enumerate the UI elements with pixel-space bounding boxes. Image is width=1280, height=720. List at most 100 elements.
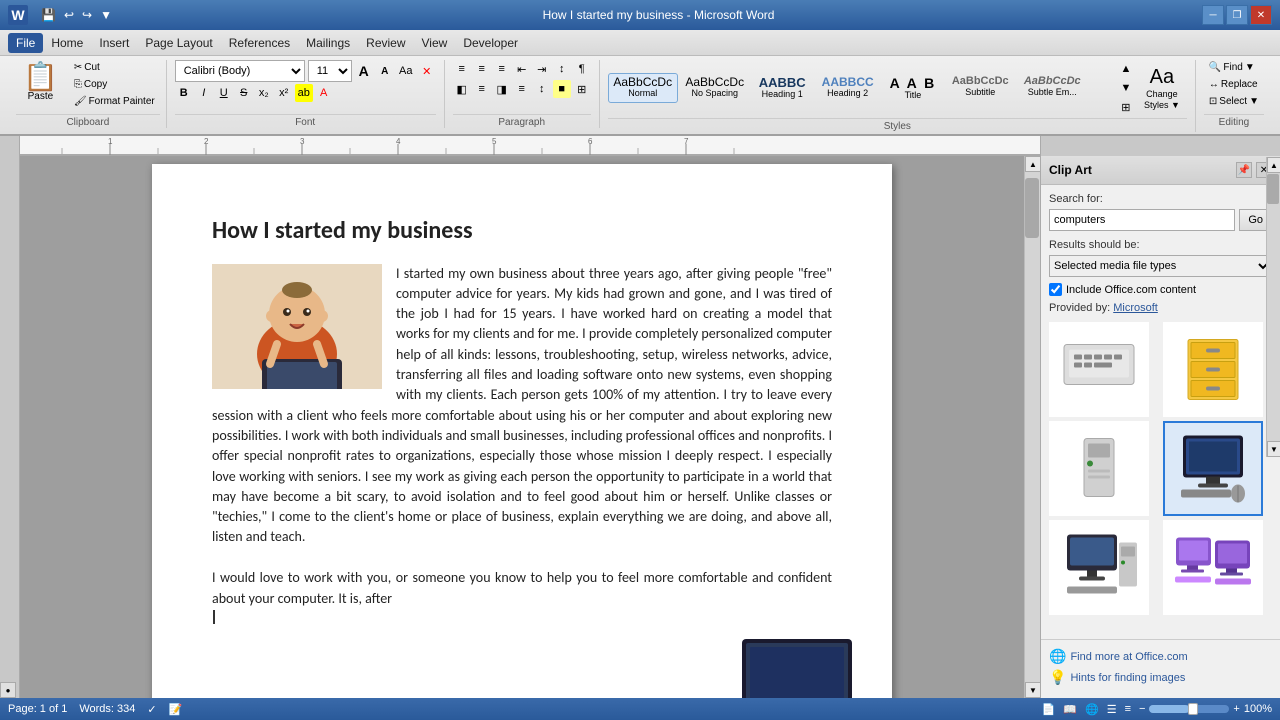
italic-button[interactable]: I <box>195 84 213 102</box>
styles-more[interactable]: ⊞ <box>1117 98 1135 116</box>
menu-developer[interactable]: Developer <box>455 33 526 53</box>
paste-button[interactable]: 📋 Paste <box>16 60 65 109</box>
clip-item-3[interactable] <box>1049 421 1149 516</box>
menu-file[interactable]: File <box>8 33 43 53</box>
clip-vscrollbar[interactable]: ▲ ▼ <box>1266 157 1280 457</box>
justify-button[interactable]: ≡ <box>513 80 531 98</box>
view-outline[interactable]: ☰ <box>1107 703 1117 716</box>
document-area: How I started my business <box>20 156 1024 698</box>
save-quick-btn[interactable]: 💾 <box>38 8 59 22</box>
menu-page-layout[interactable]: Page Layout <box>137 33 220 53</box>
style-subtitle-button[interactable]: AaBbCcDc Subtitle <box>945 73 1015 103</box>
show-hide-button[interactable]: ¶ <box>573 60 591 78</box>
view-draft[interactable]: ≡ <box>1125 703 1131 715</box>
change-styles-button[interactable]: Aa ChangeStyles ▼ <box>1137 63 1187 114</box>
align-right-button[interactable]: ◨ <box>493 80 511 98</box>
menu-mailings[interactable]: Mailings <box>298 33 358 53</box>
font-format-row: B I U S x₂ x² ab A <box>175 84 436 102</box>
menu-references[interactable]: References <box>221 33 298 53</box>
zoom-thumb[interactable] <box>1188 703 1198 715</box>
clip-item-2[interactable] <box>1163 322 1263 417</box>
clip-item-1[interactable] <box>1049 322 1149 417</box>
replace-button[interactable]: ↔ Replace <box>1204 77 1263 92</box>
include-office-checkbox[interactable] <box>1049 283 1062 296</box>
copy-button[interactable]: ⎘ Copy <box>69 77 160 92</box>
language-icon[interactable]: 📝 <box>169 703 183 716</box>
view-full-reading[interactable]: 📖 <box>1063 703 1077 716</box>
superscript-button[interactable]: x² <box>275 84 293 102</box>
para-row1: ≡ ≡ ≡ ⇤ ⇥ ↕ ¶ <box>453 60 591 78</box>
align-center-button[interactable]: ≡ <box>473 80 491 98</box>
change-case-button[interactable]: Aa <box>397 62 415 80</box>
highlight-button[interactable]: ab <box>295 84 313 102</box>
clip-scroll-up[interactable]: ▲ <box>1267 157 1280 173</box>
style-subtle-em-button[interactable]: AaBbCcDc Subtle Em... <box>1017 73 1087 103</box>
shrink-font-button[interactable]: A <box>376 62 394 80</box>
style-heading1-button[interactable]: AABBC Heading 1 <box>752 73 813 103</box>
restore-button[interactable]: ❐ <box>1226 5 1248 25</box>
format-painter-button[interactable]: 🖌 Format Painter <box>69 94 160 109</box>
hints-link[interactable]: 💡 Hints for finding images <box>1049 669 1272 686</box>
sort-button[interactable]: ↕ <box>553 60 571 78</box>
shading-button[interactable]: ■ <box>553 80 571 98</box>
scroll-up-button[interactable]: ▲ <box>1025 156 1041 172</box>
customize-quick-btn[interactable]: ▼ <box>97 8 115 22</box>
scrollbar-thumb[interactable] <box>1025 178 1039 238</box>
menu-view[interactable]: View <box>414 33 456 53</box>
menu-insert[interactable]: Insert <box>91 33 137 53</box>
view-web-layout[interactable]: 🌐 <box>1085 703 1099 716</box>
redo-quick-btn[interactable]: ↪ <box>79 8 95 22</box>
font-color-button[interactable]: A <box>315 84 333 102</box>
underline-button[interactable]: U <box>215 84 233 102</box>
minimize-button[interactable]: ─ <box>1202 5 1224 25</box>
undo-quick-btn[interactable]: ↩ <box>61 8 77 22</box>
microsoft-link[interactable]: Microsoft <box>1113 302 1158 314</box>
zoom-out-button[interactable]: − <box>1139 703 1145 715</box>
menu-home[interactable]: Home <box>43 33 91 53</box>
close-button[interactable]: ✕ <box>1250 5 1272 25</box>
bullets-button[interactable]: ≡ <box>453 60 471 78</box>
style-heading2-button[interactable]: AABBCC Heading 2 <box>815 73 881 103</box>
grow-font-button[interactable]: A <box>355 62 373 80</box>
clip-scroll-down[interactable]: ▼ <box>1267 441 1280 457</box>
clip-pin-button[interactable]: 📌 <box>1236 162 1252 178</box>
font-family-select[interactable]: Calibri (Body) <box>175 60 305 82</box>
decrease-indent-button[interactable]: ⇤ <box>513 60 531 78</box>
title-bar-controls: ─ ❐ ✕ <box>1202 5 1272 25</box>
find-more-link[interactable]: 🌐 Find more at Office.com <box>1049 648 1272 665</box>
find-button[interactable]: 🔍 Find ▼ <box>1204 60 1260 75</box>
doc-vscrollbar[interactable]: ▲ ▼ <box>1024 156 1040 698</box>
scroll-down-button[interactable]: ▼ <box>1025 682 1041 698</box>
clear-format-button[interactable]: ✕ <box>418 62 436 80</box>
style-normal-button[interactable]: AaBbCcDc Normal <box>608 73 678 103</box>
select-button[interactable]: ⊡ Select ▼ <box>1204 94 1264 109</box>
clip-type-select[interactable]: Selected media file types <box>1049 255 1272 277</box>
clip-search-input[interactable] <box>1049 209 1235 231</box>
view-print-layout[interactable]: 📄 <box>1042 703 1056 716</box>
spell-check-icon[interactable]: ✓ <box>147 703 156 716</box>
strikethrough-button[interactable]: S <box>235 84 253 102</box>
styles-scroll-up[interactable]: ▲ <box>1117 60 1135 78</box>
zoom-in-button[interactable]: + <box>1233 703 1239 715</box>
align-left-button[interactable]: ◧ <box>453 80 471 98</box>
font-size-select[interactable]: 11 <box>308 60 352 82</box>
cut-button[interactable]: ✂ Cut <box>69 60 160 75</box>
menu-review[interactable]: Review <box>358 33 413 53</box>
line-spacing-button[interactable]: ↕ <box>533 80 551 98</box>
svg-text:4: 4 <box>396 137 401 146</box>
style-title-button[interactable]: A A B Title <box>883 73 944 103</box>
multilevel-button[interactable]: ≡ <box>493 60 511 78</box>
border-button[interactable]: ⊞ <box>573 80 591 98</box>
increase-indent-button[interactable]: ⇥ <box>533 60 551 78</box>
clip-item-5[interactable] <box>1049 520 1149 615</box>
style-no-spacing-button[interactable]: AaBbCcDc No Spacing <box>680 73 750 103</box>
numbering-button[interactable]: ≡ <box>473 60 491 78</box>
clip-scroll-thumb[interactable] <box>1267 174 1279 204</box>
clip-item-6[interactable] <box>1163 520 1263 615</box>
styles-scroll-down[interactable]: ▼ <box>1117 79 1135 97</box>
subscript-button[interactable]: x₂ <box>255 84 273 102</box>
clip-item-4[interactable] <box>1163 421 1263 516</box>
browse-object-button[interactable]: ● <box>0 682 16 698</box>
bold-button[interactable]: B <box>175 84 193 102</box>
zoom-slider[interactable] <box>1149 705 1229 713</box>
